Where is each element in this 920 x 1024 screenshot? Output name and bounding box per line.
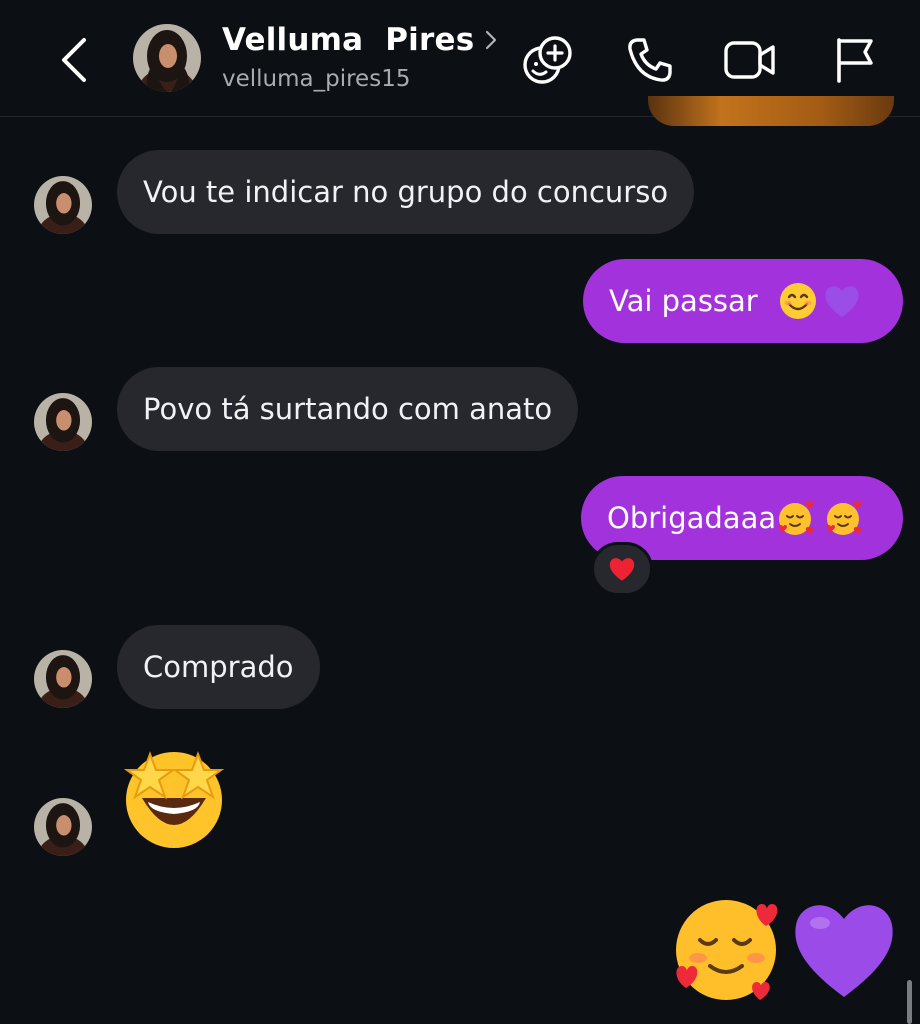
previous-image-message[interactable] xyxy=(648,96,894,126)
contact-handle: velluma_pires15 xyxy=(222,66,411,92)
message-text: Obrigadaaa xyxy=(607,501,777,535)
purple-heart-icon xyxy=(795,905,893,997)
contact-name-row[interactable]: Velluma Pires xyxy=(222,22,498,58)
chevron-left-icon xyxy=(62,38,86,82)
back-button[interactable] xyxy=(56,36,96,84)
emoji-message-outgoing[interactable] xyxy=(670,892,784,1008)
message-text: Vou te indicar no grupo do concurso xyxy=(143,175,669,209)
purple-heart-icon xyxy=(825,286,859,317)
message-reaction[interactable] xyxy=(591,542,653,596)
effects-add-icon xyxy=(523,36,572,84)
message-bubble-incoming[interactable]: Vou te indicar no grupo do concurso xyxy=(117,150,695,234)
emoji-message-incoming[interactable] xyxy=(118,742,232,856)
phone-icon xyxy=(628,38,672,82)
effects-button[interactable] xyxy=(520,34,576,86)
chevron-right-icon xyxy=(486,30,497,50)
flag-icon xyxy=(837,38,873,83)
video-call-button[interactable] xyxy=(722,34,778,86)
scrollbar[interactable] xyxy=(907,980,912,1024)
message-text: Comprado xyxy=(143,650,294,684)
message-bubble-outgoing[interactable]: Vai passar xyxy=(583,259,903,343)
chat-screen: Velluma Pires velluma_pires15 Vou te ind… xyxy=(0,0,920,1024)
sender-avatar[interactable] xyxy=(34,650,92,708)
red-heart-icon xyxy=(609,558,635,581)
message-bubble-incoming[interactable]: Comprado xyxy=(117,625,320,709)
smiling-face-icon xyxy=(779,283,816,319)
voice-call-button[interactable] xyxy=(622,34,678,86)
sender-avatar[interactable] xyxy=(34,176,92,234)
smiling-face-hearts-icon xyxy=(676,900,778,1000)
star-struck-icon xyxy=(123,751,225,848)
video-camera-icon xyxy=(724,41,775,79)
message-text: Povo tá surtando com anato xyxy=(143,392,553,426)
smiling-face-hearts-icon xyxy=(778,501,815,535)
sender-avatar[interactable] xyxy=(34,798,92,856)
contact-name: Velluma Pires xyxy=(222,22,475,58)
smiling-face-hearts-icon xyxy=(826,501,863,535)
emoji-message-outgoing-heart[interactable] xyxy=(790,895,898,1005)
report-button[interactable] xyxy=(826,34,882,86)
message-text: Vai passar xyxy=(609,284,758,318)
message-bubble-incoming[interactable]: Povo tá surtando com anato xyxy=(117,367,579,451)
sender-avatar[interactable] xyxy=(34,393,92,451)
contact-avatar[interactable] xyxy=(133,24,201,92)
